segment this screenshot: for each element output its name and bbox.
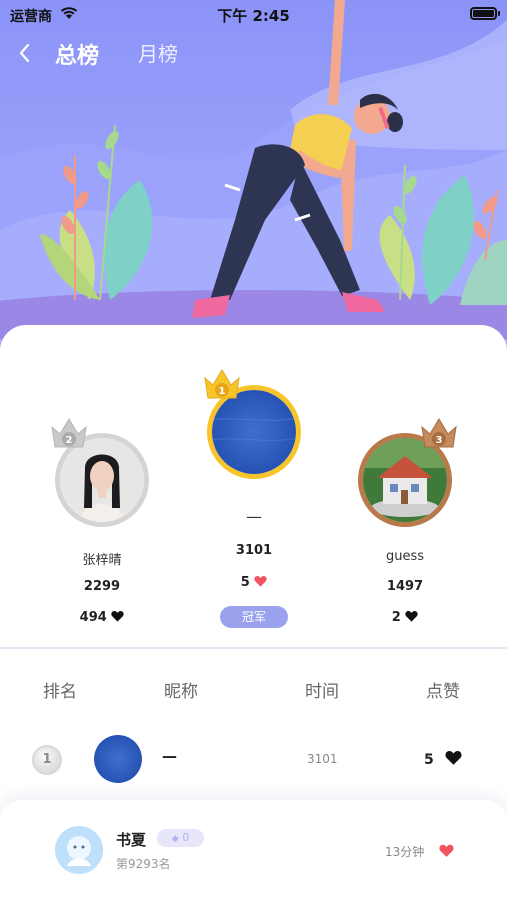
clock: 下午 2:45	[217, 7, 290, 25]
battery-icon	[470, 7, 500, 20]
podium-name: —	[246, 507, 262, 526]
silver-crown-icon: 2	[50, 417, 88, 455]
level-badge: ◆ 0	[157, 829, 204, 847]
header-likes: 点赞	[426, 682, 460, 702]
heart-icon	[111, 610, 124, 622]
level-value: 0	[182, 831, 190, 844]
header-time: 时间	[305, 682, 339, 702]
my-name: 书夏	[116, 831, 147, 849]
avatar	[55, 826, 103, 874]
like-button[interactable]	[439, 842, 454, 861]
likes-count: 2	[391, 610, 401, 625]
rank-number: 1	[219, 386, 226, 397]
podium-likes: 2	[350, 610, 460, 625]
row-likes: 5	[424, 750, 462, 768]
champion-badge: 冠军	[220, 606, 288, 628]
row-time: 3101	[307, 752, 338, 766]
tab-total-ranking[interactable]: 总榜	[55, 38, 99, 70]
likes-count: 5	[240, 575, 250, 590]
table-header: 排名 昵称 时间 点赞	[0, 677, 507, 707]
podium-score: 3101	[235, 543, 273, 558]
podium-name: 张梓晴	[82, 553, 122, 568]
podium-first[interactable]: 1 — 3101 5 冠军	[195, 365, 313, 645]
likes-count: 494	[79, 610, 107, 625]
gold-crown-icon: 1	[203, 368, 241, 406]
heart-icon	[445, 750, 462, 765]
likes-count: 5	[424, 752, 434, 768]
my-rank-card[interactable]: 书夏 ◆ 0 第9293名 13分钟	[0, 800, 507, 900]
header-nickname: 昵称	[164, 682, 198, 702]
rank-number: 2	[66, 435, 73, 446]
header-rank: 排名	[43, 682, 77, 702]
top-nav: 总榜 月榜	[0, 34, 507, 74]
avatar	[94, 735, 142, 783]
status-bar: 运营商 下午 2:45	[0, 0, 507, 28]
rank-number: 3	[436, 435, 443, 446]
row-nickname: —	[162, 747, 177, 765]
bronze-crown-icon: 3	[420, 417, 458, 455]
back-button[interactable]	[12, 36, 40, 70]
my-time: 13分钟	[385, 845, 425, 859]
tab-monthly-ranking[interactable]: 月榜	[138, 38, 178, 67]
diamond-icon: ◆	[171, 834, 179, 844]
chevron-left-icon	[19, 43, 30, 63]
podium-third[interactable]: 3 guess 1497 2	[350, 413, 460, 643]
podium-name: guess	[385, 549, 425, 564]
heart-icon	[439, 844, 454, 857]
rank-medal-icon: 1	[32, 745, 62, 775]
podium-score: 2299	[83, 579, 121, 594]
table-row[interactable]: 1 — 3101 5	[0, 730, 507, 790]
heart-icon	[254, 575, 267, 587]
leaderboard-screen: 运营商 下午 2:45 总榜 月榜 2 张梓晴 2299 494 1 — 310…	[0, 0, 507, 900]
heart-icon	[405, 610, 418, 622]
section-divider	[0, 647, 507, 649]
podium-likes: 494	[47, 610, 157, 625]
podium-score: 1497	[386, 579, 424, 594]
podium-likes: 5	[195, 575, 313, 590]
podium-second[interactable]: 2 张梓晴 2299 494	[47, 413, 157, 643]
my-rank: 第9293名	[116, 857, 171, 871]
